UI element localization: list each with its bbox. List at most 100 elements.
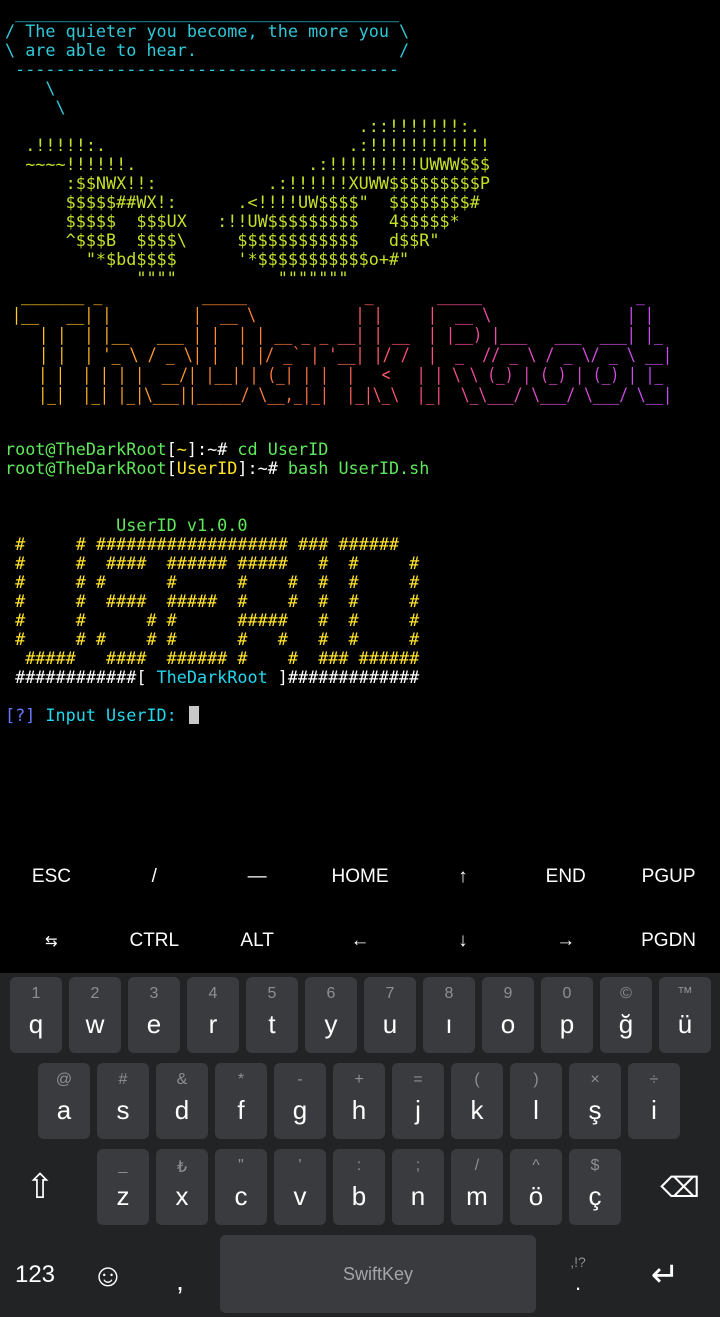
ctrl-key[interactable]: CTRL: [103, 909, 206, 973]
key-label: r: [208, 1009, 218, 1039]
arrow-left-key[interactable]: ←: [309, 909, 412, 973]
key-hint: ×: [590, 1071, 600, 1088]
key-hint: 6: [326, 985, 336, 1002]
key-p[interactable]: 0p: [541, 977, 593, 1053]
emoji-icon[interactable]: ☺: [78, 1237, 138, 1313]
key-hint: 3: [149, 985, 159, 1002]
userid-art-line: # # #### ###### ##### # # #: [5, 553, 420, 573]
command-text: cd UserID: [237, 439, 329, 459]
banner-line: |__ __| | | __ \ | | | __ \ | |: [12, 305, 672, 325]
key-hint: =: [413, 1071, 423, 1088]
enter-icon[interactable]: ↵: [630, 1237, 700, 1313]
comma-key[interactable]: ,: [150, 1237, 210, 1313]
key-i[interactable]: ÷ i: [628, 1063, 680, 1139]
key-label: z: [116, 1181, 130, 1211]
tab-key[interactable]: ⇆: [0, 909, 103, 973]
key-label: q: [28, 1009, 44, 1039]
key-ü[interactable]: ™ ü: [659, 977, 711, 1053]
prompt-suffix: :~#: [196, 439, 238, 459]
prompt-bracket: [: [166, 439, 177, 459]
esc-key[interactable]: ESC: [0, 845, 103, 909]
key-hint: (: [474, 1071, 480, 1088]
home-key[interactable]: HOME: [309, 845, 412, 909]
alt-key[interactable]: ALT: [206, 909, 309, 973]
key-hint: &: [176, 1071, 188, 1088]
hand-art-line: :$$NWX!!: .:!!!!!!XUWW$$$$$$$$$P: [5, 173, 490, 193]
key-ö[interactable]: ^ ö: [510, 1149, 562, 1225]
end-key[interactable]: END: [514, 845, 617, 909]
key-label: p: [559, 1009, 575, 1039]
key-ğ[interactable]: © ğ: [600, 977, 652, 1053]
period-key[interactable]: ,!?.: [548, 1237, 608, 1313]
arrow-up-key[interactable]: ↑: [411, 845, 514, 909]
prompt-bracket: ]: [186, 439, 197, 459]
input-label: Input UserID:: [35, 705, 187, 725]
banner-line: |_| |_| |_|\___||_____/ \__,_|_| |_|\_\ …: [12, 385, 672, 405]
hand-art-line: .::!!!!!!!:.: [5, 116, 480, 136]
key-y[interactable]: 6y: [305, 977, 357, 1053]
key-z[interactable]: _ z: [97, 1149, 149, 1225]
key-label: ş: [588, 1095, 602, 1125]
backspace-icon[interactable]: ⌫: [650, 1149, 710, 1225]
key-hint: :: [356, 1157, 362, 1174]
swiftkey-keyboard: 1 q 2 w 3 e 4 r 5 t 6 y 7 u 8 ı 9 o 0 p © ğ ™ ü @ a # s & d * f - g + h = j(k…: [0, 973, 720, 1317]
key-e[interactable]: 3e: [128, 977, 180, 1053]
key-s[interactable]: # s: [97, 1063, 149, 1139]
key-j[interactable]: = j: [392, 1063, 444, 1139]
key-b[interactable]: :b: [333, 1149, 385, 1225]
text-cursor[interactable]: [188, 706, 199, 724]
key-w[interactable]: 2w: [69, 977, 121, 1053]
key-label: k: [470, 1095, 484, 1125]
prompt-bracket: [: [166, 458, 177, 478]
numbers-key[interactable]: 123: [4, 1237, 66, 1313]
key-hint: 9: [503, 985, 513, 1002]
key-l[interactable]: ) l: [510, 1063, 562, 1139]
key-f[interactable]: * f: [215, 1063, 267, 1139]
userid-input-line[interactable]: [?] Input UserID:: [5, 706, 199, 725]
key-hint: -: [297, 1071, 303, 1088]
shift-icon[interactable]: ⇧: [10, 1149, 70, 1225]
key-hint: 7: [385, 985, 395, 1002]
slash-key[interactable]: /: [103, 845, 206, 909]
key-label: n: [410, 1181, 426, 1211]
key-t[interactable]: 5t: [246, 977, 298, 1053]
key-ç[interactable]: $ ç: [569, 1149, 621, 1225]
footer-name: TheDarkRoot: [156, 667, 268, 687]
key-a[interactable]: @ a: [38, 1063, 90, 1139]
key-k[interactable]: (k: [451, 1063, 503, 1139]
key-label: ı: [445, 1009, 453, 1039]
spacebar[interactable]: SwiftKey: [220, 1235, 536, 1313]
userid-art-line: # # #### ##### # # # # #: [5, 591, 420, 611]
key-n[interactable]: ; n: [392, 1149, 444, 1225]
key-x[interactable]: ₺ x: [156, 1149, 208, 1225]
pgdn-key[interactable]: PGDN: [617, 909, 720, 973]
arrow-down-key[interactable]: ↓: [411, 909, 514, 973]
key-ş[interactable]: × ş: [569, 1063, 621, 1139]
key-q[interactable]: 1q: [10, 977, 62, 1053]
pgup-key[interactable]: PGUP: [617, 845, 720, 909]
terminal-screen[interactable]: ______________________________________ /…: [0, 0, 720, 845]
key-o[interactable]: 9o: [482, 977, 534, 1053]
extra-keys-row-1: ESC / — HOME ↑ END PGUP: [0, 845, 720, 909]
key-r[interactable]: 4r: [187, 977, 239, 1053]
key-v[interactable]: ' v: [274, 1149, 326, 1225]
key-label: x: [175, 1181, 189, 1211]
hand-art-line: .!!!!!:. .:!!!!!!!!!!!!: [5, 135, 490, 155]
key-c[interactable]: " c: [215, 1149, 267, 1225]
quote-top-border: ______________________________________: [5, 2, 400, 22]
dash-key[interactable]: —: [206, 845, 309, 909]
key-label: ğ: [618, 1009, 634, 1039]
hand-art-line: $$$$$ $$$UX :!!UW$$$$$$$$$ 4$$$$$*: [5, 211, 460, 231]
banner-line: | | | '_ \ / _ \| | | |/ _` | '__| |/ / …: [12, 345, 672, 365]
key-h[interactable]: + h: [333, 1063, 385, 1139]
key-d[interactable]: & d: [156, 1063, 208, 1139]
key-u[interactable]: 7u: [364, 977, 416, 1053]
key-m[interactable]: / m: [451, 1149, 503, 1225]
key-label: h: [351, 1095, 367, 1125]
key-hint: *: [237, 1071, 245, 1088]
userid-art-line: # # # # # # # # # #: [5, 629, 420, 649]
key-hint: ₺: [176, 1159, 188, 1176]
arrow-right-key[interactable]: →: [514, 909, 617, 973]
key-ı[interactable]: 8ı: [423, 977, 475, 1053]
key-g[interactable]: -g: [274, 1063, 326, 1139]
